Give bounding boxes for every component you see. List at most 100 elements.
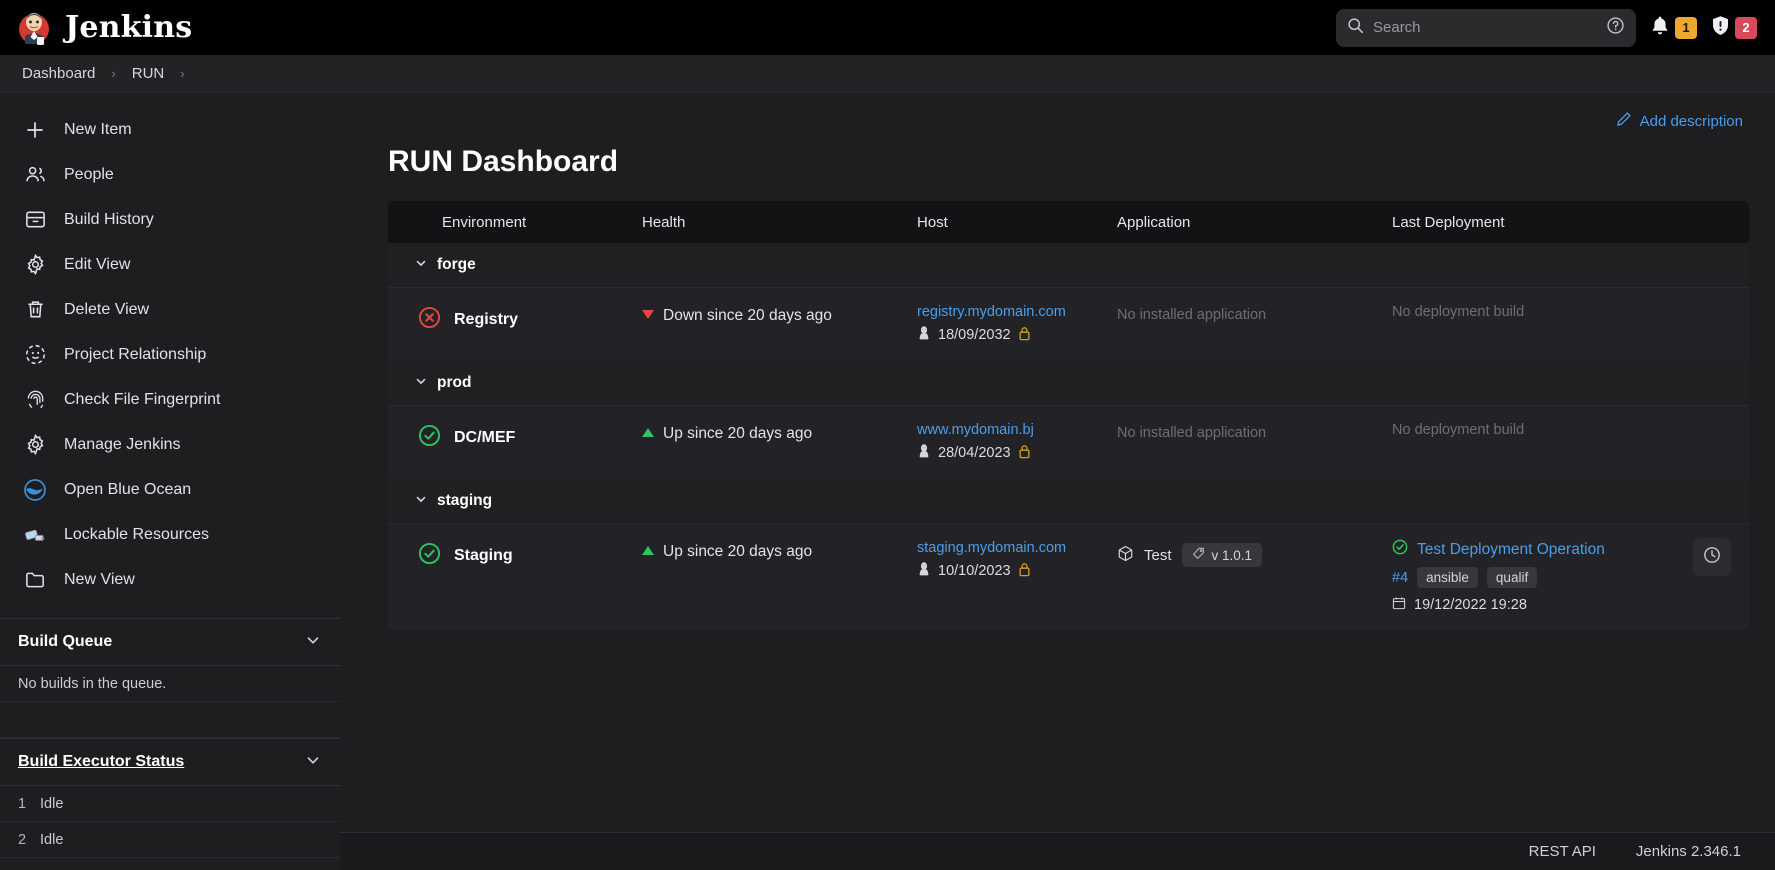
chevron-down-icon[interactable] <box>414 492 428 511</box>
sidebar-item-edit-view[interactable]: Edit View <box>0 242 340 287</box>
deployment-history-button[interactable] <box>1693 538 1731 576</box>
deployment-cell: No deployment build <box>1392 420 1749 439</box>
application-empty-text: No installed application <box>1117 307 1266 323</box>
jenkins-brand[interactable]: Jenkins <box>14 8 192 48</box>
sidebar-item-build-history[interactable]: Build History <box>0 197 340 242</box>
archive-icon <box>22 207 48 233</box>
calendar-icon <box>1392 596 1406 614</box>
gear-icon <box>22 432 48 458</box>
executor-status: Idle <box>40 796 63 812</box>
deployment-title-label: Test Deployment Operation <box>1417 541 1605 559</box>
sidebar-item-label: Lockable Resources <box>64 526 209 544</box>
jenkins-version-label[interactable]: Jenkins 2.346.1 <box>1636 843 1741 860</box>
executor-status: Idle <box>40 832 63 848</box>
health-cell: Down since 20 days ago <box>642 302 917 325</box>
executor-number: 1 <box>18 796 28 812</box>
environment-name: Staging <box>454 547 513 565</box>
group-header-staging[interactable]: staging <box>388 479 1749 523</box>
host-link[interactable]: www.mydomain.bj <box>917 422 1117 438</box>
environment-cell: Staging <box>418 538 642 570</box>
environment-cell: DC/MEF <box>418 420 642 452</box>
sidebar-item-new-view[interactable]: New View <box>0 557 340 602</box>
triangle-down-icon <box>642 307 654 325</box>
usb-key-icon <box>22 522 48 548</box>
linux-penguin-icon <box>917 561 931 581</box>
sidebar: New Item People Build <box>0 93 340 870</box>
sidebar-item-check-file-fingerprint[interactable]: Check File Fingerprint <box>0 377 340 422</box>
executor-row[interactable]: 2 Idle <box>0 822 340 858</box>
host-cell: registry.mydomain.com 18/09/2032 <box>917 302 1117 345</box>
sidebar-item-lockable-resources[interactable]: Lockable Resources <box>0 512 340 557</box>
lock-icon <box>1018 326 1031 345</box>
deployment-empty-text: No deployment build <box>1392 304 1524 320</box>
breadcrumb-separator-icon-2: › <box>172 66 192 81</box>
table-row[interactable]: DC/MEF Up since 20 days ago www.mydomain… <box>388 405 1749 479</box>
search-box[interactable] <box>1336 9 1636 47</box>
sidebar-item-delete-view[interactable]: Delete View <box>0 287 340 332</box>
bell-icon <box>1650 15 1670 41</box>
application-name: Test <box>1144 547 1172 564</box>
column-header-host: Host <box>917 214 1117 231</box>
host-date: 18/09/2032 <box>938 327 1011 343</box>
security-warnings-button[interactable]: 2 <box>1711 15 1757 41</box>
deployment-empty-text: No deployment build <box>1392 422 1524 438</box>
sidebar-item-people[interactable]: People <box>0 152 340 197</box>
help-circle-icon[interactable] <box>1606 16 1625 40</box>
chevron-down-icon[interactable] <box>304 631 322 654</box>
search-icon <box>1347 17 1364 39</box>
column-header-environment: Environment <box>442 214 642 231</box>
search-input[interactable] <box>1373 19 1597 36</box>
chevron-down-icon[interactable] <box>304 751 322 774</box>
sidebar-item-new-item[interactable]: New Item <box>0 107 340 152</box>
build-executor-status-header[interactable]: Build Executor Status <box>0 738 340 786</box>
application-cell: Test v 1.0.1 <box>1117 538 1392 567</box>
application-version-badge: v 1.0.1 <box>1182 543 1263 567</box>
blue-ocean-icon <box>22 477 48 503</box>
environments-table: Environment Health Host Application Last… <box>388 201 1749 630</box>
host-link[interactable]: registry.mydomain.com <box>917 304 1117 320</box>
trash-icon <box>22 297 48 323</box>
environment-name: DC/MEF <box>454 429 515 447</box>
rest-api-link[interactable]: REST API <box>1529 843 1596 860</box>
host-cell: www.mydomain.bj 28/04/2023 <box>917 420 1117 463</box>
breadcrumb: Dashboard › RUN › <box>0 55 1775 93</box>
health-text: Up since 20 days ago <box>663 543 812 561</box>
build-number-link[interactable]: #4 <box>1392 570 1408 586</box>
group-name: forge <box>437 256 476 274</box>
relationship-icon <box>22 342 48 368</box>
group-header-forge[interactable]: forge <box>388 243 1749 287</box>
build-tag: ansible <box>1417 567 1478 588</box>
health-text: Up since 20 days ago <box>663 425 812 443</box>
lock-icon <box>1018 562 1031 581</box>
check-circle-icon <box>418 424 441 452</box>
sidebar-item-project-relationship[interactable]: Project Relationship <box>0 332 340 377</box>
group-header-prod[interactable]: prod <box>388 361 1749 405</box>
sidebar-item-label: Project Relationship <box>64 346 206 364</box>
page-footer: REST API Jenkins 2.346.1 <box>340 832 1775 870</box>
breadcrumb-separator-icon: › <box>103 66 123 81</box>
chevron-down-icon[interactable] <box>414 256 428 275</box>
application-empty-text: No installed application <box>1117 425 1266 441</box>
add-description-button[interactable]: Add description <box>1616 111 1743 131</box>
host-date: 10/10/2023 <box>938 563 1011 579</box>
chevron-down-icon[interactable] <box>414 374 428 393</box>
clock-icon <box>1702 545 1722 570</box>
breadcrumb-item-run[interactable]: RUN <box>128 65 169 82</box>
sidebar-item-manage-jenkins[interactable]: Manage Jenkins <box>0 422 340 467</box>
sidebar-item-label: Edit View <box>64 256 130 274</box>
table-header-row: Environment Health Host Application Last… <box>388 201 1749 243</box>
breadcrumb-item-dashboard[interactable]: Dashboard <box>18 65 99 82</box>
environment-name: Registry <box>454 311 518 329</box>
table-row[interactable]: Staging Up since 20 days ago staging.myd… <box>388 523 1749 630</box>
sidebar-item-open-blue-ocean[interactable]: Open Blue Ocean <box>0 467 340 512</box>
jenkins-butler-logo-icon <box>14 8 54 48</box>
sidebar-item-label: People <box>64 166 114 184</box>
table-row[interactable]: Registry Down since 20 days ago registry… <box>388 287 1749 361</box>
host-link[interactable]: staging.mydomain.com <box>917 540 1117 556</box>
host-meta: 28/04/2023 <box>917 443 1117 463</box>
build-queue-empty-message: No builds in the queue. <box>0 666 340 702</box>
plus-icon <box>22 117 48 143</box>
build-queue-header[interactable]: Build Queue <box>0 618 340 666</box>
notifications-button[interactable]: 1 <box>1650 15 1697 41</box>
executor-row[interactable]: 1 Idle <box>0 786 340 822</box>
